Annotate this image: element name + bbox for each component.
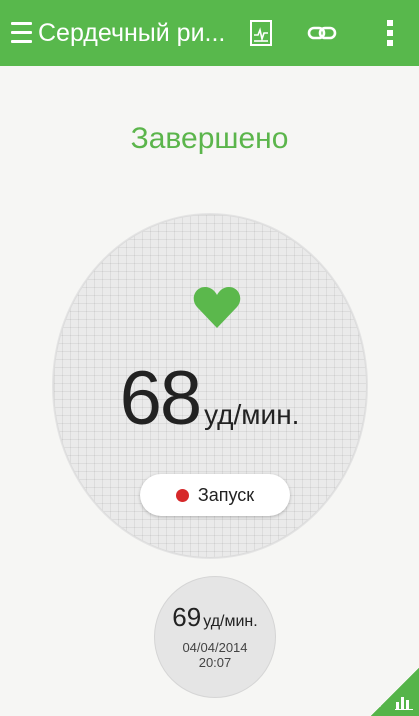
top-app-bar: Сердечный ри... <box>0 0 419 66</box>
last-measurement-reading: 69 уд/мин. <box>154 602 276 633</box>
link-icon[interactable] <box>307 0 337 66</box>
heart-rate-reading: 68 уд/мин. <box>0 355 419 442</box>
bar-chart-icon <box>395 697 413 710</box>
last-measurement-time: 20:07 <box>198 655 232 670</box>
heart-rate-unit: уд/мин. <box>204 399 300 430</box>
last-measurement-date: 04/04/2014 <box>182 640 248 655</box>
last-measurement-datetime: 04/04/2014 20:07 <box>154 640 276 670</box>
last-measurement-unit: уд/мин. <box>203 613 258 630</box>
last-measurement-value: 69 <box>172 602 202 632</box>
measurement-status: Завершено <box>130 122 289 155</box>
record-dot-icon <box>175 488 189 502</box>
heart-icon <box>193 287 241 328</box>
app-title: Сердечный ри... <box>38 19 226 47</box>
start-button-label: Запуск <box>197 484 255 505</box>
heart-rate-value: 68 <box>119 356 203 441</box>
last-measurement-bubble[interactable] <box>154 576 276 698</box>
trends-shortcut[interactable] <box>371 668 419 716</box>
start-button[interactable]: Запуск <box>140 474 290 516</box>
history-icon[interactable] <box>248 0 274 66</box>
more-vert-icon[interactable] <box>378 0 402 66</box>
menu-icon[interactable] <box>11 22 32 43</box>
